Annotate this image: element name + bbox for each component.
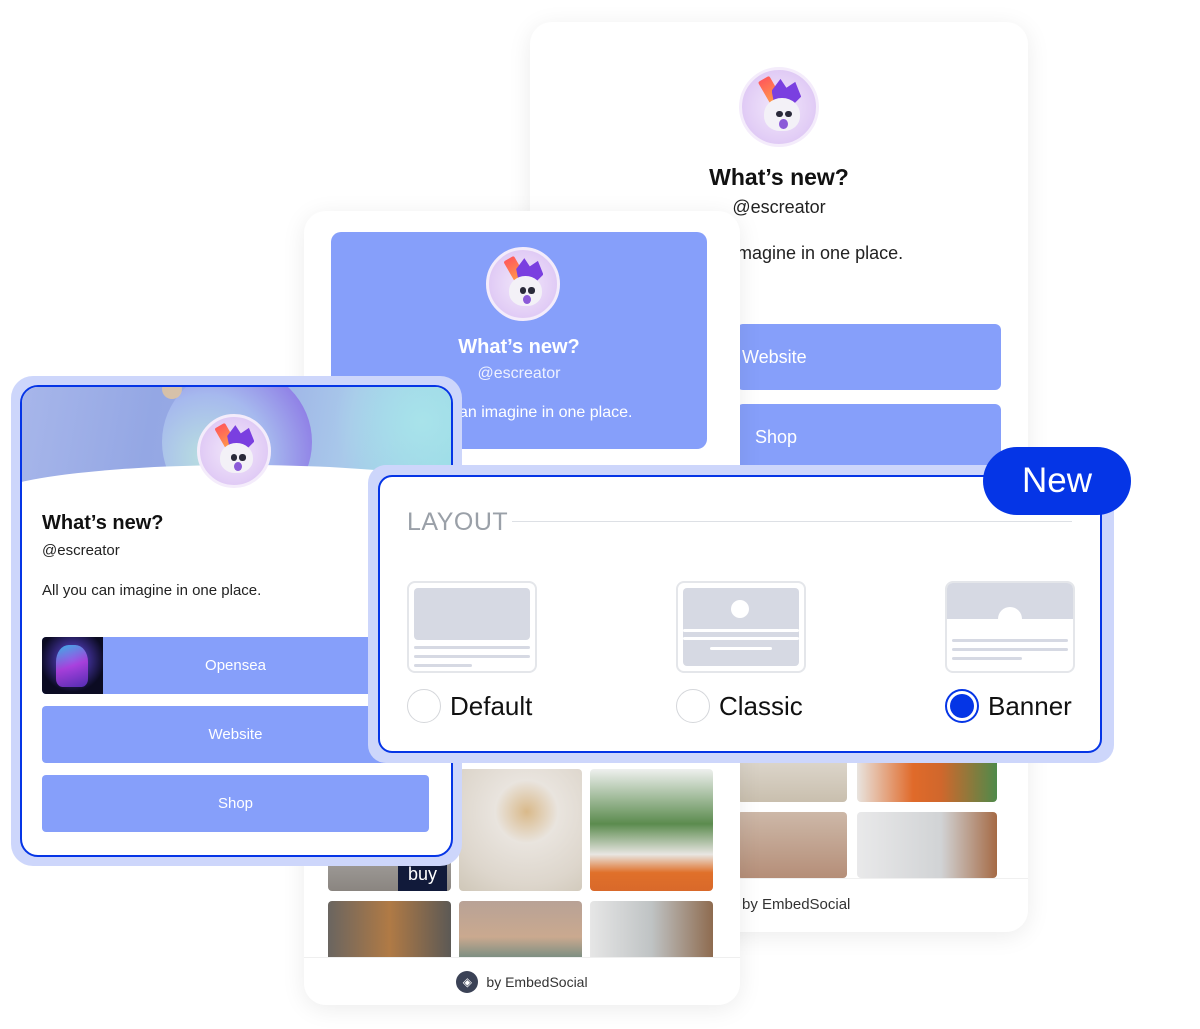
default-layout-icon[interactable] — [407, 581, 537, 673]
new-badge: New — [983, 447, 1131, 515]
classic-layout-icon[interactable] — [676, 581, 806, 673]
layout-option-banner[interactable]: Banner — [945, 581, 1075, 723]
layout-heading: LAYOUT — [407, 508, 509, 536]
classic-label[interactable]: Classic — [719, 691, 803, 722]
profile-description: can imagine in one place. — [451, 404, 633, 421]
profile-description: magine in one place. — [737, 243, 904, 263]
footer: ◈ by EmbedSocial — [304, 957, 740, 1005]
divider — [512, 521, 1072, 522]
default-radio[interactable] — [407, 689, 441, 723]
photo[interactable] — [590, 901, 713, 961]
photo[interactable] — [590, 769, 713, 891]
shop-button[interactable]: Shop — [737, 404, 1001, 470]
embedsocial-credit[interactable]: by EmbedSocial — [742, 896, 850, 913]
banner-radio[interactable] — [945, 689, 979, 723]
layout-option-default[interactable]: Default — [407, 581, 537, 723]
embedsocial-credit[interactable]: by EmbedSocial — [486, 974, 587, 990]
photo[interactable] — [857, 812, 997, 878]
embedsocial-logo-icon: ◈ — [456, 970, 479, 993]
profile-title: What’s new? — [458, 336, 580, 358]
banner-label[interactable]: Banner — [988, 691, 1072, 722]
avatar — [197, 414, 271, 488]
photo[interactable] — [459, 901, 582, 961]
banner-layout-icon[interactable] — [945, 581, 1075, 673]
classic-radio[interactable] — [676, 689, 710, 723]
photo[interactable] — [737, 812, 847, 878]
button-label: Opensea — [205, 657, 266, 674]
layout-panel: LAYOUT Default Classic Banner — [378, 475, 1102, 753]
profile-title: What’s new? — [709, 164, 849, 190]
avatar — [486, 247, 560, 321]
photo[interactable] — [328, 901, 451, 961]
opensea-thumbnail — [42, 637, 103, 694]
website-button[interactable]: Website — [737, 324, 1001, 390]
default-label[interactable]: Default — [450, 691, 532, 722]
photo[interactable] — [459, 769, 582, 891]
profile-handle: @escreator — [42, 542, 120, 559]
layout-option-classic[interactable]: Classic — [676, 581, 806, 723]
shop-button[interactable]: Shop — [42, 775, 429, 832]
avatar — [739, 67, 819, 147]
profile-title: What’s new? — [42, 512, 164, 534]
profile-description: All you can imagine in one place. — [42, 582, 262, 599]
